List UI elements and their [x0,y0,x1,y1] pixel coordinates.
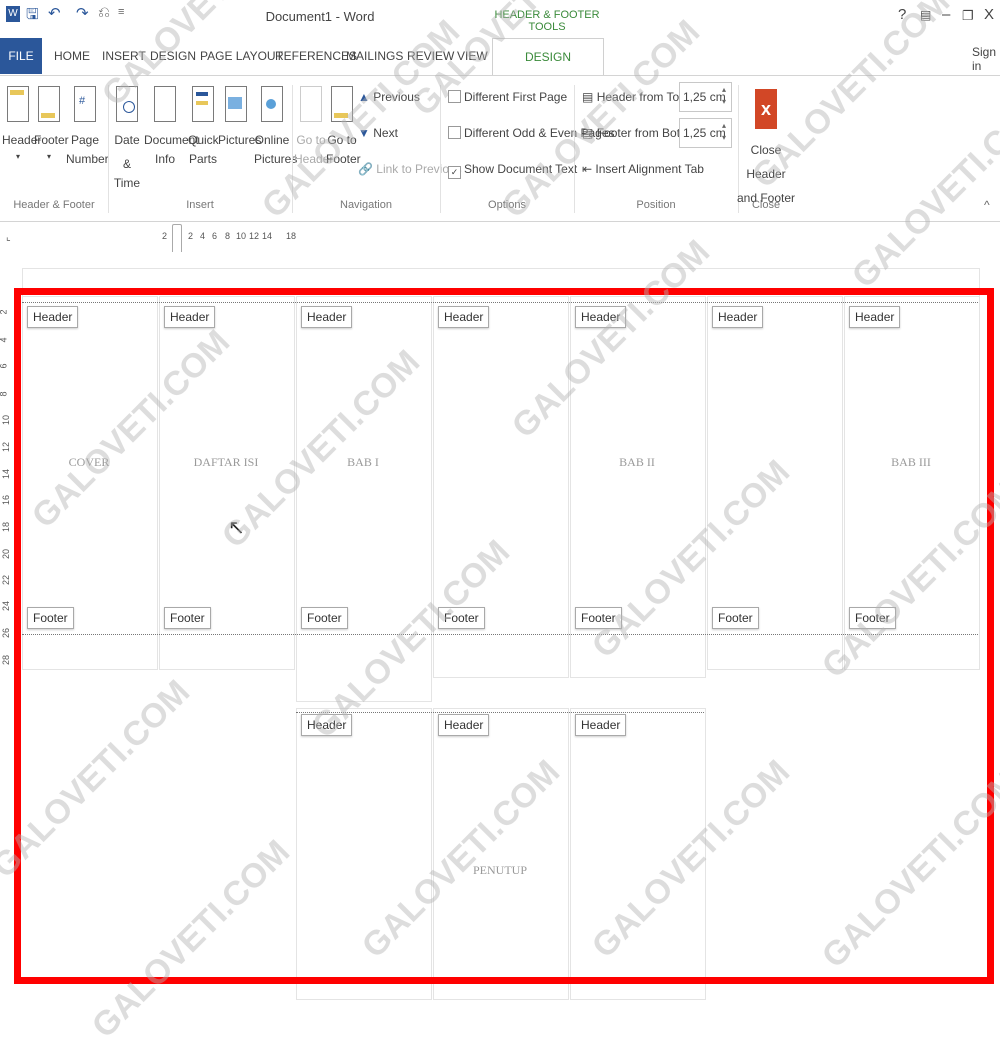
chevron-down-icon: ▾ [15,152,20,161]
date-time-label-2: Time [113,176,141,190]
ruler-mark: 4 [0,337,9,342]
tab-file[interactable]: FILE [0,38,42,74]
ruler-mark: 18 [1,521,12,533]
checkbox-icon [448,126,461,139]
close-window-button[interactable]: X [984,6,994,23]
group-label-close: Close [751,199,781,211]
ruler-mark: 20 [1,548,12,560]
ruler-mark: 24 [1,600,12,612]
ruler-mark: 22 [1,574,12,586]
tab-references[interactable]: REFERENCES [275,49,357,63]
insert-alignment-tab-label: Insert Alignment Tab [595,162,704,176]
group-label-navigation: Navigation [340,199,392,211]
group-label-header-footer: Header & Footer [13,199,95,211]
ruler-mark: 6 [0,363,9,368]
ruler-mark: 26 [1,627,12,639]
footer-button-label: Footer [34,133,69,147]
checkmark-icon: ✓ [448,166,461,179]
ruler-mark: 12 [1,441,12,453]
ruler-mark: 14 [262,231,273,241]
ruler-mark: 28 [1,654,12,666]
chevron-down-icon: ▾ [46,152,51,161]
ruler-mark: 4 [200,231,206,241]
footer-icon [38,86,60,122]
page-number-label-1: Page [70,133,100,147]
header-spinner-icon[interactable]: ▴ ▾ [722,84,726,108]
quick-parts-label-1: Quick [188,133,219,147]
footer-spinner-icon[interactable]: ▴ ▾ [722,120,726,144]
page-number-button[interactable]: # Page Number [66,86,109,166]
online-pictures-icon [261,86,283,122]
quick-parts-label-2: Parts [188,152,217,166]
document-info-icon [154,86,176,122]
close-header-footer-icon: x [755,89,777,129]
restore-button[interactable]: ❐ [962,8,974,24]
page-number-label-2: Number [66,152,109,166]
quick-parts-icon [192,86,214,122]
ruler-mark: 8 [0,391,9,396]
ruler-mark: 12 [249,231,260,241]
document-info-label-2: Info [154,152,175,166]
vertical-ruler: 2 4 6 8 10 12 14 16 18 20 22 24 26 28 [0,295,12,675]
online-pictures-label-1: Online [254,133,290,147]
ruler-mark: 16 [1,494,12,506]
ruler-mark: 8 [225,231,231,241]
ruler-mark: 2 [162,231,168,241]
quick-parts-button[interactable]: Quick Parts [188,86,219,166]
ruler-mark: 18 [286,231,297,241]
different-first-page-label: Different First Page [464,90,568,104]
header-button[interactable]: Header ▾ [2,86,42,162]
page-number-icon: # [74,86,96,122]
link-to-previous-button[interactable]: 🔗 Link to Previous [358,162,462,176]
document-info-button[interactable]: Document Info [144,86,199,166]
different-first-page-checkbox[interactable]: Different First Page [448,90,567,104]
ruler-mark: 2 [188,231,194,241]
insert-alignment-tab-button[interactable]: ⇤ Insert Alignment Tab [582,162,704,176]
go-to-header-icon [300,86,322,122]
ruler-mark: 6 [212,231,218,241]
ruler-mark: 10 [1,414,12,426]
ruler-mark: 2 [0,309,9,314]
tab-selector-icon[interactable]: ⌞ [6,232,11,243]
header-button-label: Header [2,133,42,147]
online-pictures-button[interactable]: Online Pictures [254,86,298,166]
footer-button[interactable]: Footer ▾ [34,86,69,162]
collapse-ribbon-button[interactable]: ^ [984,198,990,212]
pictures-button[interactable]: Pictures [218,86,262,152]
link-icon: 🔗 [358,162,373,176]
ruler-mark: 10 [236,231,247,241]
header-icon [7,86,29,122]
group-label-position: Position [636,199,676,211]
document-info-label-1: Document [144,133,199,147]
ruler-mark: 14 [1,468,12,480]
date-time-label-1: Date & [114,133,140,171]
online-pictures-label-2: Pictures [254,152,298,166]
tab-page-layout[interactable]: PAGE LAYOUT [200,49,283,63]
tab-home[interactable]: HOME [54,49,90,63]
pictures-label: Pictures [218,133,262,147]
ribbon-separator [108,85,109,213]
sign-in-link[interactable]: Sign in [972,45,1000,73]
pictures-icon [225,86,247,122]
